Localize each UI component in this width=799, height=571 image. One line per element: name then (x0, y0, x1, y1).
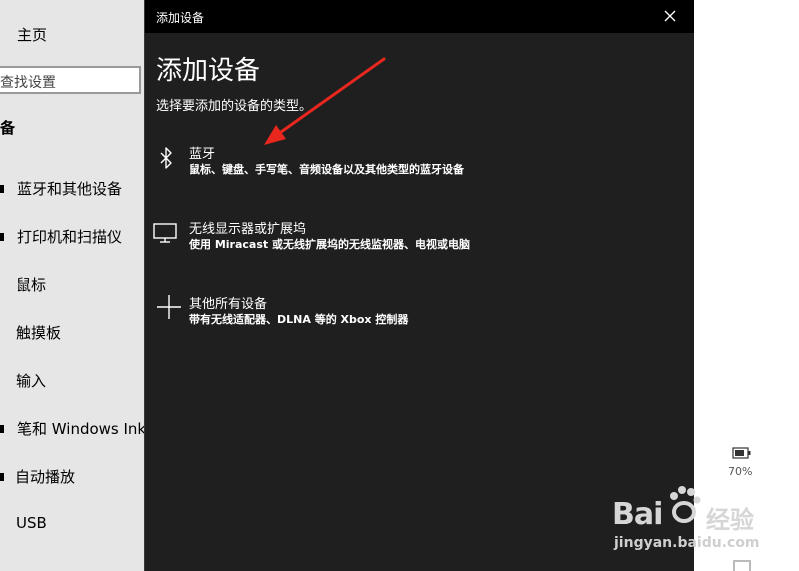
close-button[interactable] (657, 4, 683, 28)
option-description: 带有无线适配器、DLNA 等的 Xbox 控制器 (189, 313, 409, 326)
sidebar-item-printers[interactable]: 打印机和扫描仪 (0, 226, 145, 250)
sidebar-item-typing[interactable]: 输入 (0, 370, 145, 394)
sidebar-item-usb[interactable]: USB (0, 514, 145, 538)
watermark-suffix: 经验 (706, 506, 754, 534)
sidebar-item-label: 打印机和扫描仪 (17, 228, 123, 246)
settings-sidebar: 主页 查找设置 备 蓝牙和其他设备 打印机和扫描仪 鼠标 触摸板 输入 笔和 W… (0, 0, 147, 571)
sidebar-section-title: 备 (0, 119, 16, 137)
option-bluetooth[interactable]: 蓝牙 鼠标、键盘、手写笔、音频设备以及其他类型的蓝牙设备 (145, 143, 694, 191)
option-everything-else[interactable]: 其他所有设备 带有无线适配器、DLNA 等的 Xbox 控制器 (145, 293, 694, 341)
sidebar-item-bluetooth[interactable]: 蓝牙和其他设备 (0, 178, 145, 202)
sidebar-item-label: 输入 (16, 372, 47, 390)
battery-percent: 70% (728, 465, 753, 478)
taskbar-corner-icon (733, 560, 751, 571)
option-description: 鼠标、键盘、手写笔、音频设备以及其他类型的蓝牙设备 (189, 163, 464, 176)
sidebar-item-label: 笔和 Windows Ink (17, 420, 147, 438)
window-title: 添加设备 (156, 11, 205, 25)
dialog-titlebar: 添加设备 (145, 0, 694, 33)
sidebar-home-label: 主页 (17, 26, 48, 44)
option-wireless-display[interactable]: 无线显示器或扩展坞 使用 Miracast 或无线扩展坞的无线监视器、电视或电脑 (145, 218, 694, 266)
option-description: 使用 Miracast 或无线扩展坞的无线监视器、电视或电脑 (189, 238, 470, 251)
option-label: 其他所有设备 (189, 297, 268, 312)
monitor-icon (153, 223, 177, 243)
selected-indicator (0, 185, 4, 193)
sidebar-item-touchpad[interactable]: 触摸板 (0, 322, 145, 346)
sidebar-item-label: 自动播放 (15, 468, 76, 486)
dialog-subheading: 选择要添加的设备的类型。 (156, 99, 313, 114)
sidebar-item-autoplay[interactable]: 自动播放 (0, 466, 145, 490)
item-bullet (0, 473, 4, 481)
item-bullet (0, 425, 4, 433)
dialog-heading: 添加设备 (156, 56, 261, 86)
bluetooth-icon (160, 147, 172, 169)
sidebar-item-label: 触摸板 (16, 324, 62, 342)
watermark-url: jingyan.baidu.com (614, 535, 760, 551)
sidebar-item-pen[interactable]: 笔和 Windows Ink (0, 418, 147, 442)
option-label: 蓝牙 (189, 147, 216, 162)
item-bullet (0, 233, 4, 241)
plus-icon (157, 295, 181, 319)
sidebar-item-label: 鼠标 (16, 276, 47, 294)
close-icon (664, 10, 676, 22)
sidebar-item-mouse[interactable]: 鼠标 (0, 274, 145, 298)
watermark-logo: Bai (612, 497, 663, 532)
sidebar-item-label: 蓝牙和其他设备 (17, 180, 123, 198)
sidebar-item-label: USB (16, 514, 47, 532)
paw-icon (670, 486, 701, 523)
option-label: 无线显示器或扩展坞 (189, 222, 307, 237)
add-device-dialog: 添加设备 添加设备 选择要添加的设备的类型。 蓝牙 鼠标、键盘、手写笔、音频设备… (144, 0, 694, 571)
battery-icon[interactable] (732, 447, 752, 459)
search-input[interactable]: 查找设置 (0, 66, 141, 94)
